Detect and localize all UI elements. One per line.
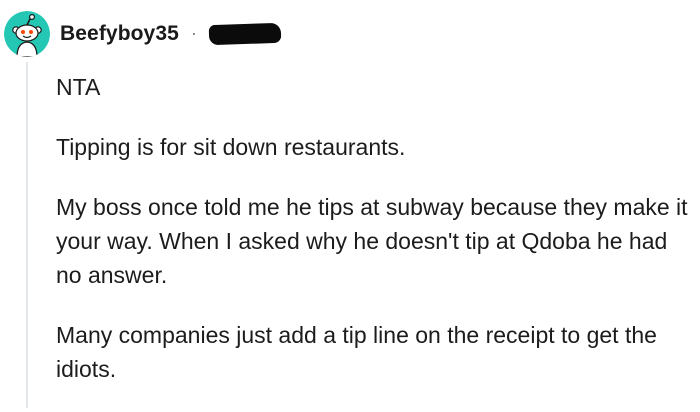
comment-paragraph: NTA xyxy=(56,74,101,100)
comment-paragraph: My boss once told me he tips at subway b… xyxy=(56,194,688,288)
user-avatar[interactable] xyxy=(4,11,50,57)
redacted-timestamp xyxy=(208,22,282,46)
comment-paragraph: Tipping is for sit down restaurants. xyxy=(56,134,406,160)
comment: Beefyboy35 · NTA Tipping is for sit down… xyxy=(0,0,700,408)
separator-dot: · xyxy=(190,22,197,43)
username-link[interactable]: Beefyboy35 xyxy=(60,22,179,46)
comment-paragraph: Many companies just add a tip line on th… xyxy=(56,322,657,382)
comment-body: NTA Tipping is for sit down restaurants.… xyxy=(56,70,696,412)
comment-header: Beefyboy35 · xyxy=(60,20,282,48)
thread-collapse-line[interactable] xyxy=(26,62,28,408)
reddit-snoo-avatar-icon xyxy=(4,11,50,57)
